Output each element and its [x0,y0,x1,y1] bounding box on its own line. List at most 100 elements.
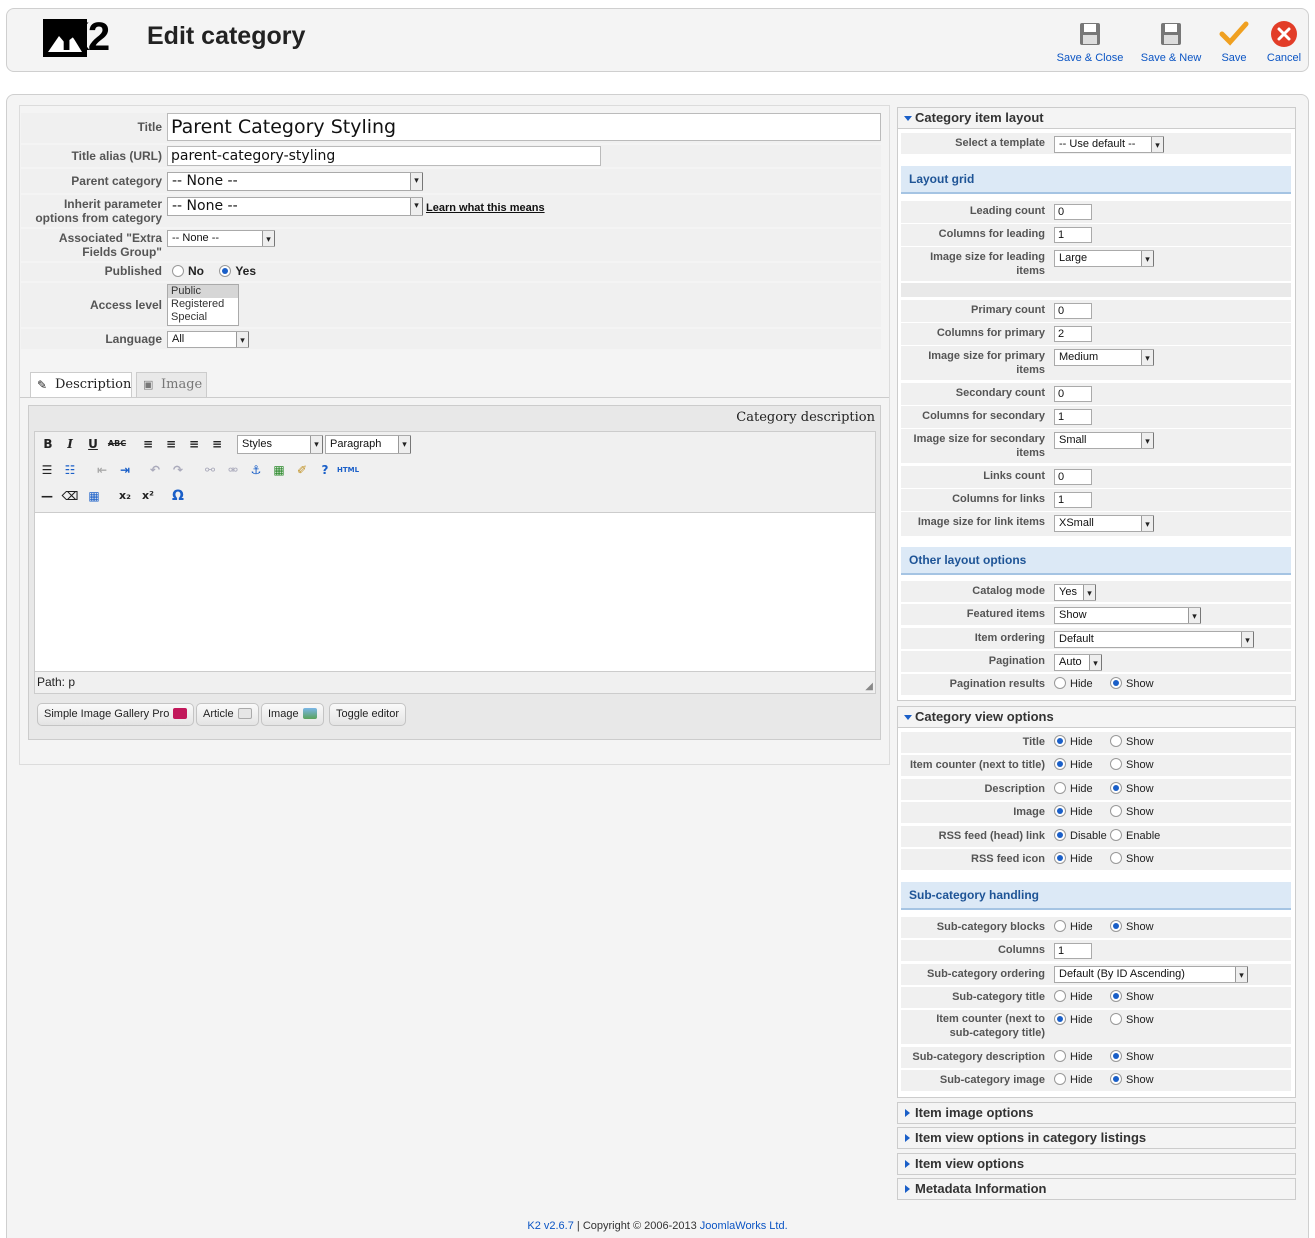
catview-2-opt2-radio[interactable] [1110,782,1122,794]
bullet-list-icon[interactable]: ☰ [37,460,57,480]
other-select[interactable]: Yes [1054,584,1096,601]
template-select[interactable]: -- Use default -- [1054,136,1164,153]
grid-input[interactable]: 1 [1054,409,1092,425]
catview-2-opt1-radio[interactable] [1054,782,1066,794]
subcat-6-opt1-radio[interactable] [1054,1073,1066,1085]
learn-link[interactable]: Learn what this means [426,202,545,214]
grid-input[interactable]: 2 [1054,326,1092,342]
other-select[interactable]: Auto [1054,654,1102,671]
tab-description[interactable]: ✎ Description [30,372,132,397]
subcat-ordering-select[interactable]: Default (By ID Ascending) [1054,966,1248,983]
catview-4-opt2-radio[interactable] [1110,829,1122,841]
styles-select[interactable]: Styles [237,435,323,454]
editor-content-area[interactable] [34,512,876,672]
joomlaworks-link[interactable]: JoomlaWorks Ltd. [700,1220,788,1232]
extra-fields-select[interactable]: -- None -- [167,230,275,247]
catview-1-opt2-radio[interactable] [1110,758,1122,770]
redo-icon[interactable]: ↷ [168,460,188,480]
category-view-toggle[interactable]: Category view options [897,706,1296,728]
catview-5-opt1-radio[interactable] [1054,852,1066,864]
pagination-results-opt2-radio[interactable] [1110,677,1122,689]
grid-size-select[interactable]: Small [1054,432,1154,449]
parent-select[interactable]: -- None -- [167,172,423,191]
bold-button[interactable]: B [38,434,58,454]
underline-button[interactable]: U [83,434,103,454]
special-char-icon[interactable]: Ω [168,486,188,506]
access-option-registered[interactable]: Registered [168,298,238,311]
insert-image-icon[interactable]: ▦ [269,460,289,480]
alias-input[interactable]: parent-category-styling [167,146,601,166]
version-link[interactable]: K2 v2.6.7 [527,1220,573,1232]
simple-image-gallery-button[interactable]: Simple Image Gallery Pro [37,703,195,726]
grid-size-select[interactable]: Large [1054,250,1154,267]
catview-3-opt1-radio[interactable] [1054,805,1066,817]
item-view-listing-toggle[interactable]: Item view options in category listings [897,1127,1296,1149]
table-icon[interactable]: ▦ [84,486,104,506]
subcat-3-opt2-radio[interactable] [1110,990,1122,1002]
image-button[interactable]: Image [261,703,324,726]
cancel-button[interactable]: Cancel [1263,20,1305,64]
grid-input[interactable]: 0 [1054,204,1092,220]
subcat-columns-input[interactable]: 1 [1054,943,1092,959]
outdent-icon[interactable]: ⇤ [92,460,112,480]
published-yes-radio[interactable] [219,265,232,277]
resize-handle-icon[interactable]: ◢ [865,681,873,692]
save-close-button[interactable]: Save & Close [1053,20,1127,64]
subcat-0-opt2-radio[interactable] [1110,920,1122,932]
subcat-5-opt1-radio[interactable] [1054,1050,1066,1062]
grid-input[interactable]: 0 [1054,303,1092,319]
grid-size-select[interactable]: Medium [1054,349,1154,366]
pagination-results-opt1-radio[interactable] [1054,677,1066,689]
access-option-special[interactable]: Special [168,311,238,324]
align-left-icon[interactable]: ≡ [138,434,158,454]
horizontal-rule-icon[interactable]: — [37,486,57,506]
strikethrough-button[interactable]: ABC [107,434,127,454]
grid-size-select[interactable]: XSmall [1054,515,1154,532]
html-button[interactable]: HTML [337,460,359,480]
indent-icon[interactable]: ⇥ [115,460,135,480]
subcat-4-opt1-radio[interactable] [1054,1013,1066,1025]
catview-4-opt1-radio[interactable] [1054,829,1066,841]
anchor-icon[interactable]: ⚓ [246,460,266,480]
catview-0-opt1-radio[interactable] [1054,735,1066,747]
grid-input[interactable]: 1 [1054,227,1092,243]
undo-icon[interactable]: ↶ [145,460,165,480]
unlink-icon[interactable]: ⚮ [223,460,243,480]
subcat-3-opt1-radio[interactable] [1054,990,1066,1002]
catview-3-opt2-radio[interactable] [1110,805,1122,817]
align-center-icon[interactable]: ≡ [161,434,181,454]
align-justify-icon[interactable]: ≡ [207,434,227,454]
subcat-5-opt2-radio[interactable] [1110,1050,1122,1062]
cleanup-icon[interactable]: ✐ [292,460,312,480]
metadata-toggle[interactable]: Metadata Information [897,1178,1296,1200]
remove-format-icon[interactable]: ⌫ [60,486,80,506]
format-select[interactable]: Paragraph [325,435,411,454]
subcat-4-opt2-radio[interactable] [1110,1013,1122,1025]
grid-input[interactable]: 0 [1054,469,1092,485]
catview-1-opt1-radio[interactable] [1054,758,1066,770]
link-icon[interactable]: ⚯ [200,460,220,480]
superscript-icon[interactable]: x² [138,486,158,506]
subscript-icon[interactable]: x₂ [115,486,135,506]
catview-5-opt2-radio[interactable] [1110,852,1122,864]
language-select[interactable]: All [167,331,249,348]
save-button[interactable]: Save [1214,20,1254,64]
other-select[interactable]: Default [1054,631,1254,648]
toggle-editor-button[interactable]: Toggle editor [329,703,406,726]
numbered-list-icon[interactable]: ☷ [60,460,80,480]
article-button[interactable]: Article [196,703,259,726]
published-no-radio[interactable] [172,265,184,277]
subcat-6-opt2-radio[interactable] [1110,1073,1122,1085]
other-select[interactable]: Show [1054,607,1201,624]
inherit-select[interactable]: -- None -- [167,197,423,216]
category-item-layout-toggle[interactable]: Category item layout [897,107,1296,129]
italic-button[interactable]: I [60,434,80,454]
help-icon[interactable]: ? [315,460,335,480]
save-new-button[interactable]: Save & New [1136,20,1206,64]
subcat-0-opt1-radio[interactable] [1054,920,1066,932]
catview-0-opt2-radio[interactable] [1110,735,1122,747]
grid-input[interactable]: 0 [1054,386,1092,402]
access-listbox[interactable]: Public Registered Special [167,284,239,326]
grid-input[interactable]: 1 [1054,492,1092,508]
align-right-icon[interactable]: ≡ [184,434,204,454]
